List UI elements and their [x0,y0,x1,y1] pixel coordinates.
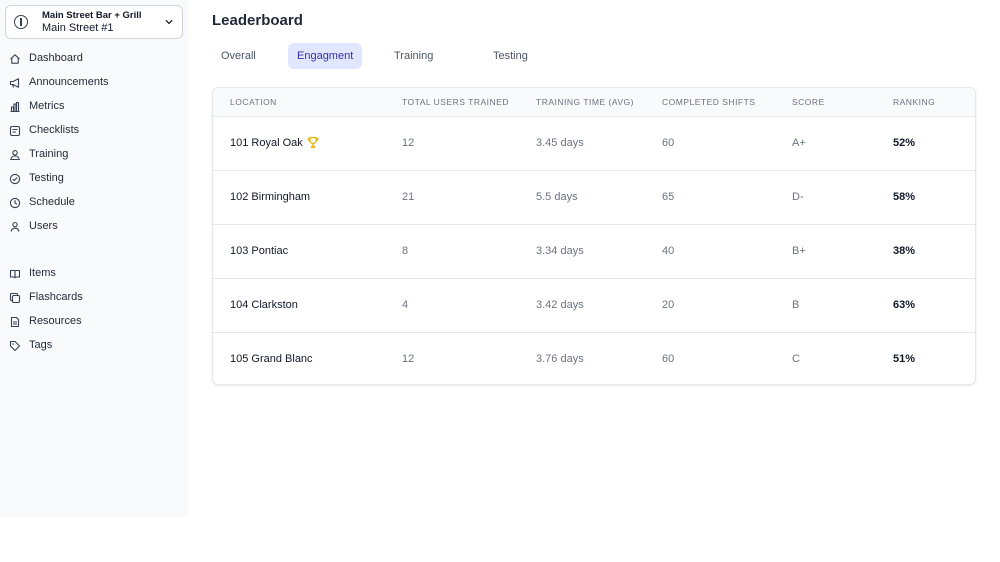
cell-location: 102 Birmingham [230,191,311,203]
cell-training-time: 5.5 days [536,191,578,203]
cell-location: 103 Pontiac [230,245,289,257]
cell-score: D- [792,191,804,203]
cell-completed-shifts: 60 [662,137,675,149]
sidebar-item-metrics[interactable]: Metrics [0,96,188,118]
org-logo-icon [14,15,28,29]
column-header-score[interactable]: SCORE [792,97,825,107]
cell-ranking: 38% [893,245,916,257]
sidebar-item-label: Flashcards [29,291,83,303]
cell-training-time: 3.76 days [536,353,584,365]
sidebar-item-schedule[interactable]: Schedule [0,192,188,214]
cell-score: B+ [792,245,806,257]
sidebar-item-checklists[interactable]: Checklists [0,120,188,142]
sidebar-item-users[interactable]: Users [0,216,188,238]
sidebar-item-flashcards[interactable]: Flashcards [0,287,188,309]
tab-engagment[interactable]: Engagment [288,43,363,69]
sidebar-item-label: Announcements [29,76,109,88]
page-title: Leaderboard [212,12,303,29]
cell-completed-shifts: 65 [662,191,675,203]
table-row[interactable]: 101 Royal Oak 12 3.45 days 60 A+ 52% [213,117,975,171]
cell-training-time: 3.45 days [536,137,584,149]
chevron-down-icon [165,19,173,25]
cell-ranking: 52% [893,137,916,149]
cell-location: 105 Grand Blanc [230,353,313,365]
sidebar-item-announcements[interactable]: Announcements [0,72,188,94]
cell-completed-shifts: 20 [662,299,675,311]
tab-training[interactable]: Training [385,43,442,69]
tab-overall[interactable]: Overall [212,43,265,69]
cell-total-users-trained: 12 [402,137,415,149]
document-icon [10,316,20,328]
users-icon [10,150,20,161]
sidebar-item-tags[interactable]: Tags [0,335,188,357]
cell-training-time: 3.34 days [536,245,584,257]
user-icon [10,221,20,232]
column-header-total-users-trained[interactable]: TOTAL USERS TRAINED [402,97,509,107]
table-row[interactable]: 104 Clarkston 4 3.42 days 20 B 63% [213,279,975,333]
org-location: Main Street #1 [42,22,114,34]
sidebar-item-dashboard[interactable]: Dashboard [0,48,188,70]
tag-icon [9,340,21,352]
cell-completed-shifts: 40 [662,245,675,257]
sidebar-item-label: Tags [29,339,53,351]
cell-location: 101 Royal Oak [230,137,303,149]
cell-total-users-trained: 12 [402,353,415,365]
sidebar-item-testing[interactable]: Testing [0,168,188,190]
tab-testing[interactable]: Testing [484,43,537,69]
column-header-completed-shifts[interactable]: COMPLETED SHIFTS [662,97,755,107]
trophy-icon [307,136,319,149]
sidebar-item-label: Users [29,220,58,232]
leaderboard-table: LOCATION TOTAL USERS TRAINED TRAINING TI… [212,87,976,385]
sidebar-item-label: Testing [29,172,64,184]
table-row[interactable]: 103 Pontiac 8 3.34 days 40 B+ 38% [213,225,975,279]
sidebar-item-label: Metrics [29,100,65,112]
bar-chart-icon [10,101,20,113]
cell-total-users-trained: 8 [402,245,409,257]
cell-ranking: 63% [893,299,916,311]
sidebar-item-label: Schedule [29,196,75,208]
cell-ranking: 58% [893,191,916,203]
book-icon [9,269,21,279]
table-row[interactable]: 105 Grand Blanc 12 3.76 days 60 C 51% [213,333,975,384]
cell-total-users-trained: 21 [402,191,415,203]
column-header-location[interactable]: LOCATION [230,97,277,107]
copy-icon [9,292,21,304]
sidebar-item-label: Resources [29,315,82,327]
sidebar-item-label: Checklists [29,124,80,136]
sidebar-item-resources[interactable]: Resources [0,311,188,333]
check-circle-icon [9,173,21,185]
sidebar-item-label: Items [29,267,56,279]
sidebar-item-label: Training [29,148,69,160]
column-header-ranking[interactable]: RANKING [893,97,935,107]
cell-ranking: 51% [893,353,916,365]
sidebar-item-training[interactable]: Training [0,144,188,166]
checklist-icon [9,125,21,137]
cell-score: A+ [792,137,806,149]
megaphone-icon [9,78,20,88]
sidebar-item-items[interactable]: Items [0,263,188,285]
table-row[interactable]: 102 Birmingham 21 5.5 days 65 D- 58% [213,171,975,225]
cell-location: 104 Clarkston [230,299,298,311]
org-name: Main Street Bar + Grill [42,10,142,21]
sidebar: Main Street Bar + Grill Main Street #1 D… [0,0,188,517]
home-icon [10,54,20,64]
cell-total-users-trained: 4 [402,299,409,311]
org-switcher[interactable]: Main Street Bar + Grill Main Street #1 [5,5,183,39]
cell-completed-shifts: 60 [662,353,675,365]
cell-training-time: 3.42 days [536,299,584,311]
column-header-training-time[interactable]: TRAINING TIME (AVG) [536,97,634,107]
cell-score: C [792,353,800,365]
table-header: LOCATION TOTAL USERS TRAINED TRAINING TI… [213,88,975,117]
clock-icon [9,197,21,209]
cell-score: B [792,299,800,311]
sidebar-item-label: Dashboard [29,52,83,64]
